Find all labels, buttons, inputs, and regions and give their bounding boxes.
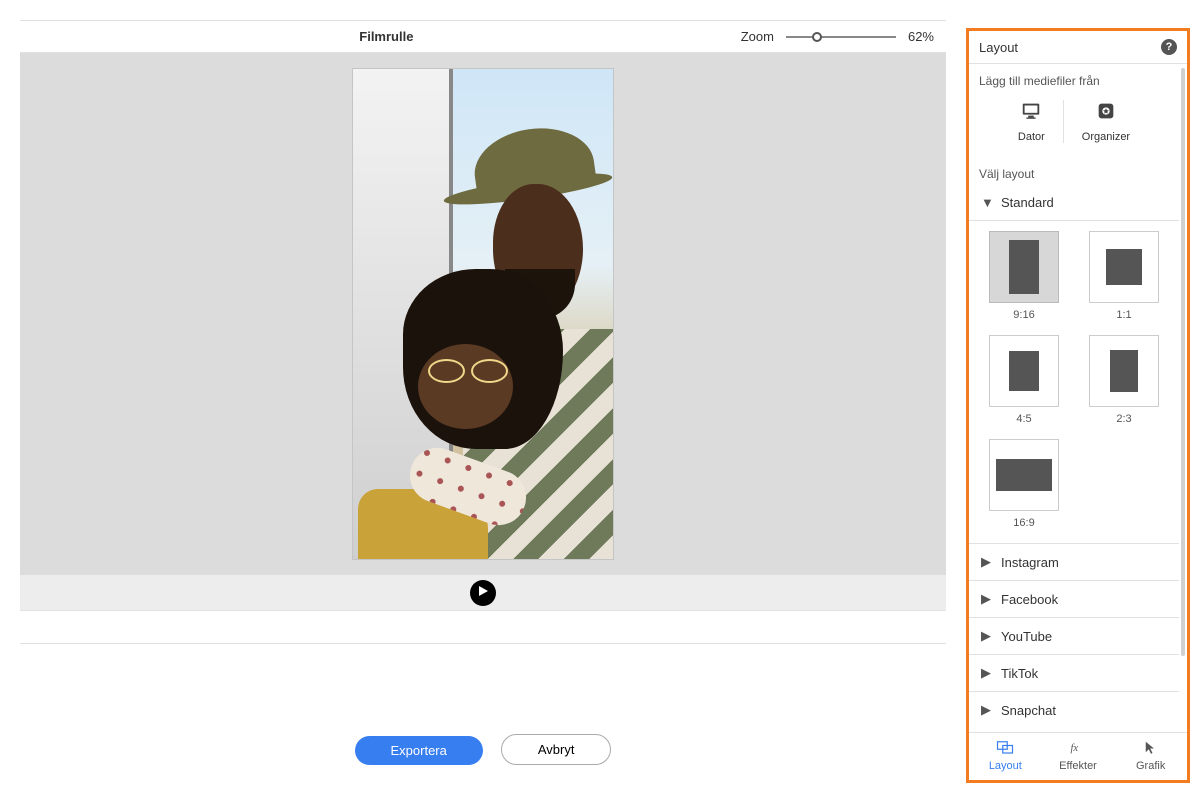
layout-thumb xyxy=(1089,335,1159,407)
layout-thumb xyxy=(1089,231,1159,303)
layout-group-tiktok[interactable]: ▶ TikTok xyxy=(969,654,1179,691)
zoom-slider-thumb[interactable] xyxy=(812,32,822,42)
layout-option-2-3[interactable]: 2:3 xyxy=(1083,335,1165,425)
panel-tab-label: Grafik xyxy=(1136,760,1165,772)
play-icon xyxy=(477,585,489,600)
preview-frame[interactable] xyxy=(353,69,613,559)
zoom-value: 62% xyxy=(908,29,934,44)
panel-tab-label: Layout xyxy=(989,760,1022,772)
panel-tab-label: Effekter xyxy=(1059,760,1097,772)
layout-option-9-16[interactable]: 9:16 xyxy=(983,231,1065,321)
layout-group-facebook[interactable]: ▶ Facebook xyxy=(969,580,1179,617)
computer-icon xyxy=(1019,100,1043,125)
cancel-button[interactable]: Avbryt xyxy=(501,734,612,765)
filmstrip-title: Filmrulle xyxy=(206,29,567,44)
layout-option-4-5[interactable]: 4:5 xyxy=(983,335,1065,425)
media-source-organizer[interactable]: Organizer xyxy=(1063,100,1148,143)
chevron-right-icon: ▶ xyxy=(981,591,991,607)
add-media-label: Lägg till mediefiler från xyxy=(969,64,1179,92)
layout-thumb xyxy=(989,439,1059,511)
zoom-slider[interactable] xyxy=(786,31,896,43)
play-button[interactable] xyxy=(470,580,496,606)
svg-text:fx: fx xyxy=(1071,743,1079,754)
chevron-down-icon: ▼ xyxy=(981,195,991,210)
media-source-label: Organizer xyxy=(1082,131,1130,143)
layout-ratio-label: 9:16 xyxy=(1013,309,1034,321)
chevron-right-icon: ▶ xyxy=(981,628,991,644)
panel-tab-grafik[interactable]: Grafik xyxy=(1114,733,1187,780)
panel-tab-layout[interactable]: Layout xyxy=(969,733,1042,780)
media-source-dator[interactable]: Dator xyxy=(1000,100,1063,143)
help-icon[interactable]: ? xyxy=(1161,39,1177,55)
choose-layout-label: Välj layout xyxy=(969,157,1179,185)
layout-option-16-9[interactable]: 16:9 xyxy=(983,439,1065,529)
layout-option-1-1[interactable]: 1:1 xyxy=(1083,231,1165,321)
zoom-label: Zoom xyxy=(741,29,774,44)
layout-ratio-label: 2:3 xyxy=(1116,413,1131,425)
layout-thumb xyxy=(989,335,1059,407)
layout-icon xyxy=(996,739,1014,758)
panel-title: Layout xyxy=(979,40,1161,55)
chevron-right-icon: ▶ xyxy=(981,665,991,681)
layout-ratio-label: 4:5 xyxy=(1016,413,1031,425)
layout-ratio-label: 1:1 xyxy=(1116,309,1131,321)
layout-group-youtube[interactable]: ▶ YouTube xyxy=(969,617,1179,654)
preview-canvas[interactable] xyxy=(20,53,946,575)
filmstrip-bar xyxy=(20,575,946,611)
panel-scrollbar[interactable] xyxy=(1181,68,1185,656)
layout-panel: Layout ? Lägg till mediefiler från Dator… xyxy=(966,28,1190,783)
bottom-button-bar: Exportera Avbryt xyxy=(20,643,946,775)
layout-group-label: Facebook xyxy=(1001,592,1058,607)
layout-group-instagram[interactable]: ▶ Instagram xyxy=(969,543,1179,580)
layout-group-label: Instagram xyxy=(1001,555,1059,570)
layout-grid: 9:16 1:1 4:5 2:3 16:9 xyxy=(969,220,1179,543)
media-source-label: Dator xyxy=(1018,131,1045,143)
panel-tab-effekter[interactable]: fx Effekter xyxy=(1042,733,1115,780)
organizer-icon xyxy=(1094,100,1118,125)
layout-group-label: YouTube xyxy=(1001,629,1052,644)
layout-group-label: Snapchat xyxy=(1001,703,1056,718)
export-button[interactable]: Exportera xyxy=(355,736,483,765)
cursor-icon xyxy=(1142,739,1160,758)
layout-group-standard[interactable]: ▼ Standard xyxy=(969,185,1179,220)
layout-ratio-label: 16:9 xyxy=(1013,517,1034,529)
fx-icon: fx xyxy=(1069,739,1087,758)
chevron-right-icon: ▶ xyxy=(981,702,991,718)
layout-group-snapchat[interactable]: ▶ Snapchat xyxy=(969,691,1179,728)
layout-group-label: Standard xyxy=(1001,195,1054,210)
layout-group-label: TikTok xyxy=(1001,666,1038,681)
top-bar: Filmrulle Zoom 62% xyxy=(20,20,946,53)
chevron-right-icon: ▶ xyxy=(981,554,991,570)
layout-thumb xyxy=(989,231,1059,303)
